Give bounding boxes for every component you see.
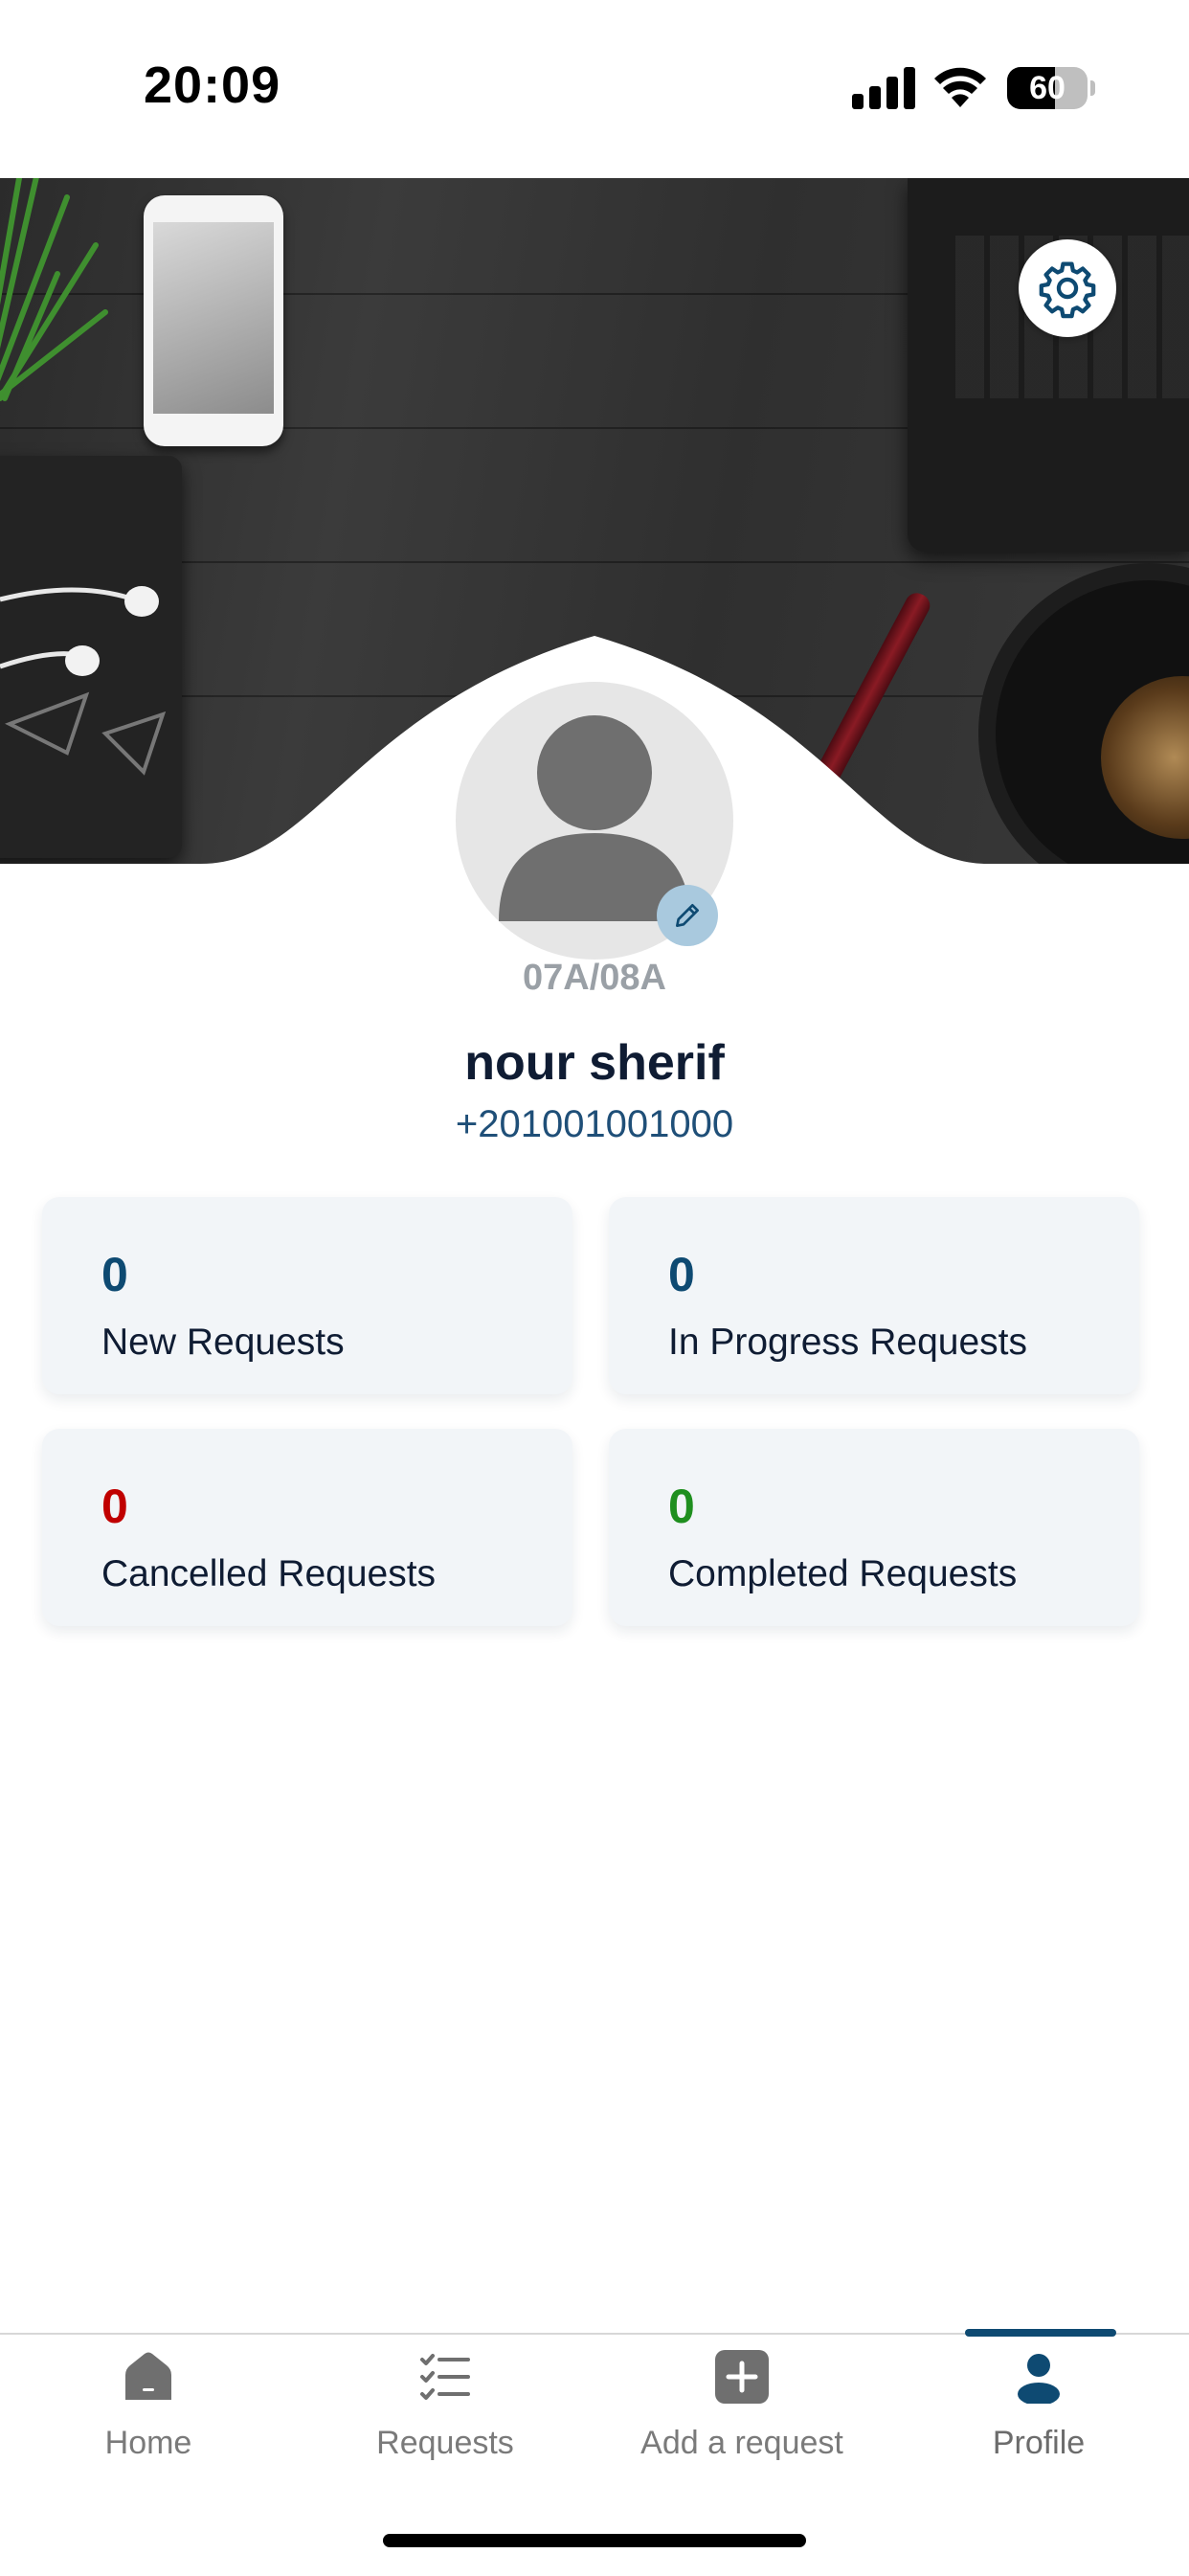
tab-add-request[interactable]: Add a request (594, 2335, 890, 2497)
edit-avatar-button[interactable] (657, 885, 718, 946)
stat-card-in-progress[interactable]: 0 In Progress Requests (609, 1197, 1139, 1394)
stat-label: In Progress Requests (668, 1322, 1028, 1363)
stat-value: 0 (101, 1248, 128, 1301)
cellular-signal-icon (852, 67, 915, 109)
checklist-icon (420, 2354, 470, 2400)
tab-label: Profile (992, 2425, 1086, 2461)
status-time: 20:09 (144, 56, 281, 114)
stat-value: 0 (101, 1480, 128, 1533)
user-name: nour sherif (464, 1035, 725, 1091)
tab-label: Add a request (640, 2425, 843, 2461)
stat-label: New Requests (101, 1322, 345, 1363)
stat-label: Cancelled Requests (101, 1553, 437, 1594)
plus-square-icon (715, 2350, 769, 2404)
home-indicator (383, 2534, 806, 2547)
person-icon (1018, 2354, 1060, 2404)
user-phone: +201001001000 (455, 1103, 734, 1145)
stat-card-completed[interactable]: 0 Completed Requests (609, 1429, 1139, 1626)
battery-icon: 60 (1007, 67, 1088, 109)
stat-card-new[interactable]: 0 New Requests (42, 1197, 572, 1394)
tab-label: Requests (376, 2425, 514, 2461)
tab-label: Home (104, 2425, 192, 2461)
tab-requests[interactable]: Requests (297, 2335, 594, 2497)
home-icon (125, 2352, 171, 2400)
stat-value: 0 (668, 1248, 695, 1301)
unit-code: 07A/08A (523, 958, 666, 998)
battery-level: 60 (1029, 70, 1066, 106)
stat-card-cancelled[interactable]: 0 Cancelled Requests (42, 1429, 572, 1626)
status-bar: 20:09 60 (0, 0, 1189, 178)
wifi-icon (934, 67, 986, 107)
settings-button[interactable] (1019, 239, 1116, 337)
tab-home[interactable]: Home (0, 2335, 297, 2497)
tab-profile[interactable]: Profile (890, 2335, 1187, 2497)
pencil-icon (676, 904, 699, 927)
gear-icon (1039, 261, 1096, 319)
stat-label: Completed Requests (668, 1553, 1018, 1594)
stat-value: 0 (668, 1480, 695, 1533)
